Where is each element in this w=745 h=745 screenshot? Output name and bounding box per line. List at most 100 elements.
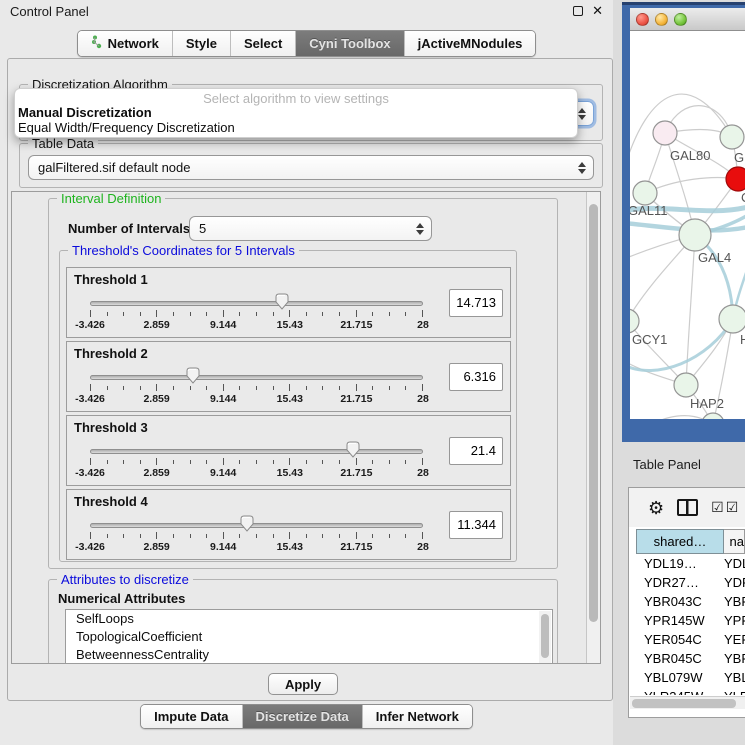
table-header-row[interactable]: shared…na (636, 529, 745, 554)
scale-label: 28 (417, 393, 429, 405)
network-node[interactable] (674, 373, 698, 397)
checkbox-icon[interactable]: ☑ (726, 499, 739, 516)
cell-name: YBL0 (724, 670, 745, 685)
list-item[interactable]: SelfLoops (66, 610, 552, 628)
threshold-2-slider-thumb[interactable] (185, 367, 201, 389)
node-table[interactable]: shared…naYDL19…YDL1YDR27…YDR2YBR043CYBR0… (636, 529, 745, 695)
interval-definition-group: Interval Definition Number of Intervals … (48, 198, 558, 569)
tab-jactivemnodules[interactable]: jActiveMNodules (404, 31, 536, 56)
threshold-panel-2: Threshold 2-3.4262.8599.14415.4321.71528… (66, 341, 511, 412)
tab-style[interactable]: Style (172, 31, 230, 56)
numerical-attributes-list[interactable]: SelfLoopsTopologicalCoefficientBetweenne… (65, 609, 553, 664)
algorithm-dropdown-popup: Select algorithm to view settings Manual… (14, 88, 578, 138)
network-edge[interactable] (630, 416, 713, 419)
table-data-combobox[interactable]: galFiltered.sif default node (28, 155, 594, 180)
scale-label: 2.859 (143, 319, 169, 331)
tab-infer-network[interactable]: Infer Network (362, 705, 472, 728)
threshold-4-slider-track[interactable] (90, 523, 423, 528)
table-row[interactable]: YDL19…YDL1 (636, 554, 745, 573)
tab-cyni-toolbox[interactable]: Cyni Toolbox (295, 31, 403, 56)
numerical-attributes-label: Numerical Attributes (58, 591, 185, 606)
cell-name: YDL1 (724, 556, 745, 571)
minimize-traffic-light-icon[interactable] (655, 13, 668, 26)
network-node-label: C (741, 190, 745, 205)
scale-label: -3.426 (75, 467, 105, 479)
cell-shared-name: YBR043C (636, 594, 724, 609)
attributes-group-label: Attributes to discretize (57, 572, 193, 587)
threshold-1-slider-thumb[interactable] (274, 293, 290, 315)
columns-icon[interactable] (677, 499, 698, 516)
table-row[interactable]: YPR145WYPR1 (636, 611, 745, 630)
table-row[interactable]: YLR345WYLR3 (636, 687, 745, 695)
network-node-label: H (740, 332, 745, 347)
scale-label: 2.859 (143, 393, 169, 405)
table-row[interactable]: YBL079WYBL0 (636, 668, 745, 687)
network-node-label: GAL4 (698, 250, 731, 265)
scale-label: 9.144 (210, 319, 236, 331)
cell-shared-name: YPR145W (636, 613, 724, 628)
scale-label: 9.144 (210, 467, 236, 479)
number-of-intervals-combobox[interactable]: 5 (189, 216, 432, 241)
close-traffic-light-icon[interactable] (636, 13, 649, 26)
list-item[interactable]: BetweennessCentrality (66, 646, 552, 664)
tab-network[interactable]: Network (78, 31, 172, 56)
threshold-4-value-field[interactable]: 11.344 (449, 511, 503, 539)
table-data-value: galFiltered.sif default node (38, 160, 190, 175)
cell-name: YPR1 (724, 613, 745, 628)
network-node[interactable] (633, 181, 657, 205)
network-node[interactable] (630, 309, 639, 333)
network-view-window: GAL80G.CGAL11GAL4GCY1HHAP2 (622, 2, 745, 442)
threshold-1-value-field[interactable]: 14.713 (449, 289, 503, 317)
network-node[interactable] (702, 413, 724, 419)
network-edge[interactable] (645, 178, 738, 193)
table-horizontal-scrollbar[interactable] (630, 696, 745, 709)
slider-scale-labels: -3.4262.8599.14415.4321.71528 (90, 393, 423, 405)
table-row[interactable]: YER054CYER0 (636, 630, 745, 649)
threshold-panel-1: Threshold 1-3.4262.8599.14415.4321.71528… (66, 267, 511, 338)
network-node[interactable] (679, 219, 711, 251)
scale-label: 15.43 (277, 467, 303, 479)
zoom-traffic-light-icon[interactable] (674, 13, 687, 26)
scale-label: 9.144 (210, 541, 236, 553)
scale-label: -3.426 (75, 541, 105, 553)
threshold-2-value-field[interactable]: 6.316 (449, 363, 503, 391)
list-item[interactable]: TopologicalCoefficient (66, 628, 552, 646)
threshold-3-value-field[interactable]: 21.4 (449, 437, 503, 465)
network-node[interactable] (720, 125, 744, 149)
threshold-3-slider-track[interactable] (90, 449, 423, 454)
settings-scroll-pane: Interval Definition Number of Intervals … (11, 191, 601, 664)
settings-scrollbar[interactable] (586, 192, 600, 663)
table-row[interactable]: YDR27…YDR2 (636, 573, 745, 592)
network-canvas[interactable]: GAL80G.CGAL11GAL4GCY1HHAP2 (630, 31, 745, 419)
scale-label: 15.43 (277, 319, 303, 331)
gear-icon[interactable]: ⚙ (648, 499, 664, 517)
tab-impute-data[interactable]: Impute Data (141, 705, 241, 728)
interval-definition-label: Interval Definition (57, 191, 165, 206)
tab-select[interactable]: Select (230, 31, 295, 56)
table-toolbar: ⚙ ☑ ☑ (629, 488, 745, 527)
network-node[interactable] (653, 121, 677, 145)
scale-label: 2.859 (143, 467, 169, 479)
threshold-3-slider-thumb[interactable] (345, 441, 361, 463)
dropdown-option[interactable]: Equal Width/Frequency Discretization (15, 120, 577, 135)
apply-button[interactable]: Apply (268, 673, 338, 695)
column-header[interactable]: na (724, 529, 745, 554)
slider-scale-labels: -3.4262.8599.14415.4321.71528 (90, 319, 423, 331)
float-window-icon[interactable] (573, 6, 583, 16)
threshold-2-slider-track[interactable] (90, 375, 423, 380)
close-icon[interactable]: ✕ (592, 6, 603, 16)
attributes-list-scrollbar[interactable] (539, 611, 551, 664)
threshold-1-label: Threshold 1 (74, 272, 148, 287)
threshold-4-slider-thumb[interactable] (239, 515, 255, 537)
column-header[interactable]: shared… (636, 529, 724, 554)
tab-discretize-data[interactable]: Discretize Data (242, 705, 362, 728)
table-row[interactable]: YBR045CYBR0 (636, 649, 745, 668)
network-node[interactable] (726, 167, 745, 191)
checkbox-icon[interactable]: ☑ (711, 499, 724, 516)
threshold-1-slider-track[interactable] (90, 301, 423, 306)
network-node[interactable] (719, 305, 745, 333)
number-of-intervals-label: Number of Intervals (68, 221, 190, 236)
table-row[interactable]: YBR043CYBR0 (636, 592, 745, 611)
dropdown-option[interactable]: Manual Discretization (15, 105, 577, 120)
network-window-titlebar[interactable] (630, 8, 745, 31)
